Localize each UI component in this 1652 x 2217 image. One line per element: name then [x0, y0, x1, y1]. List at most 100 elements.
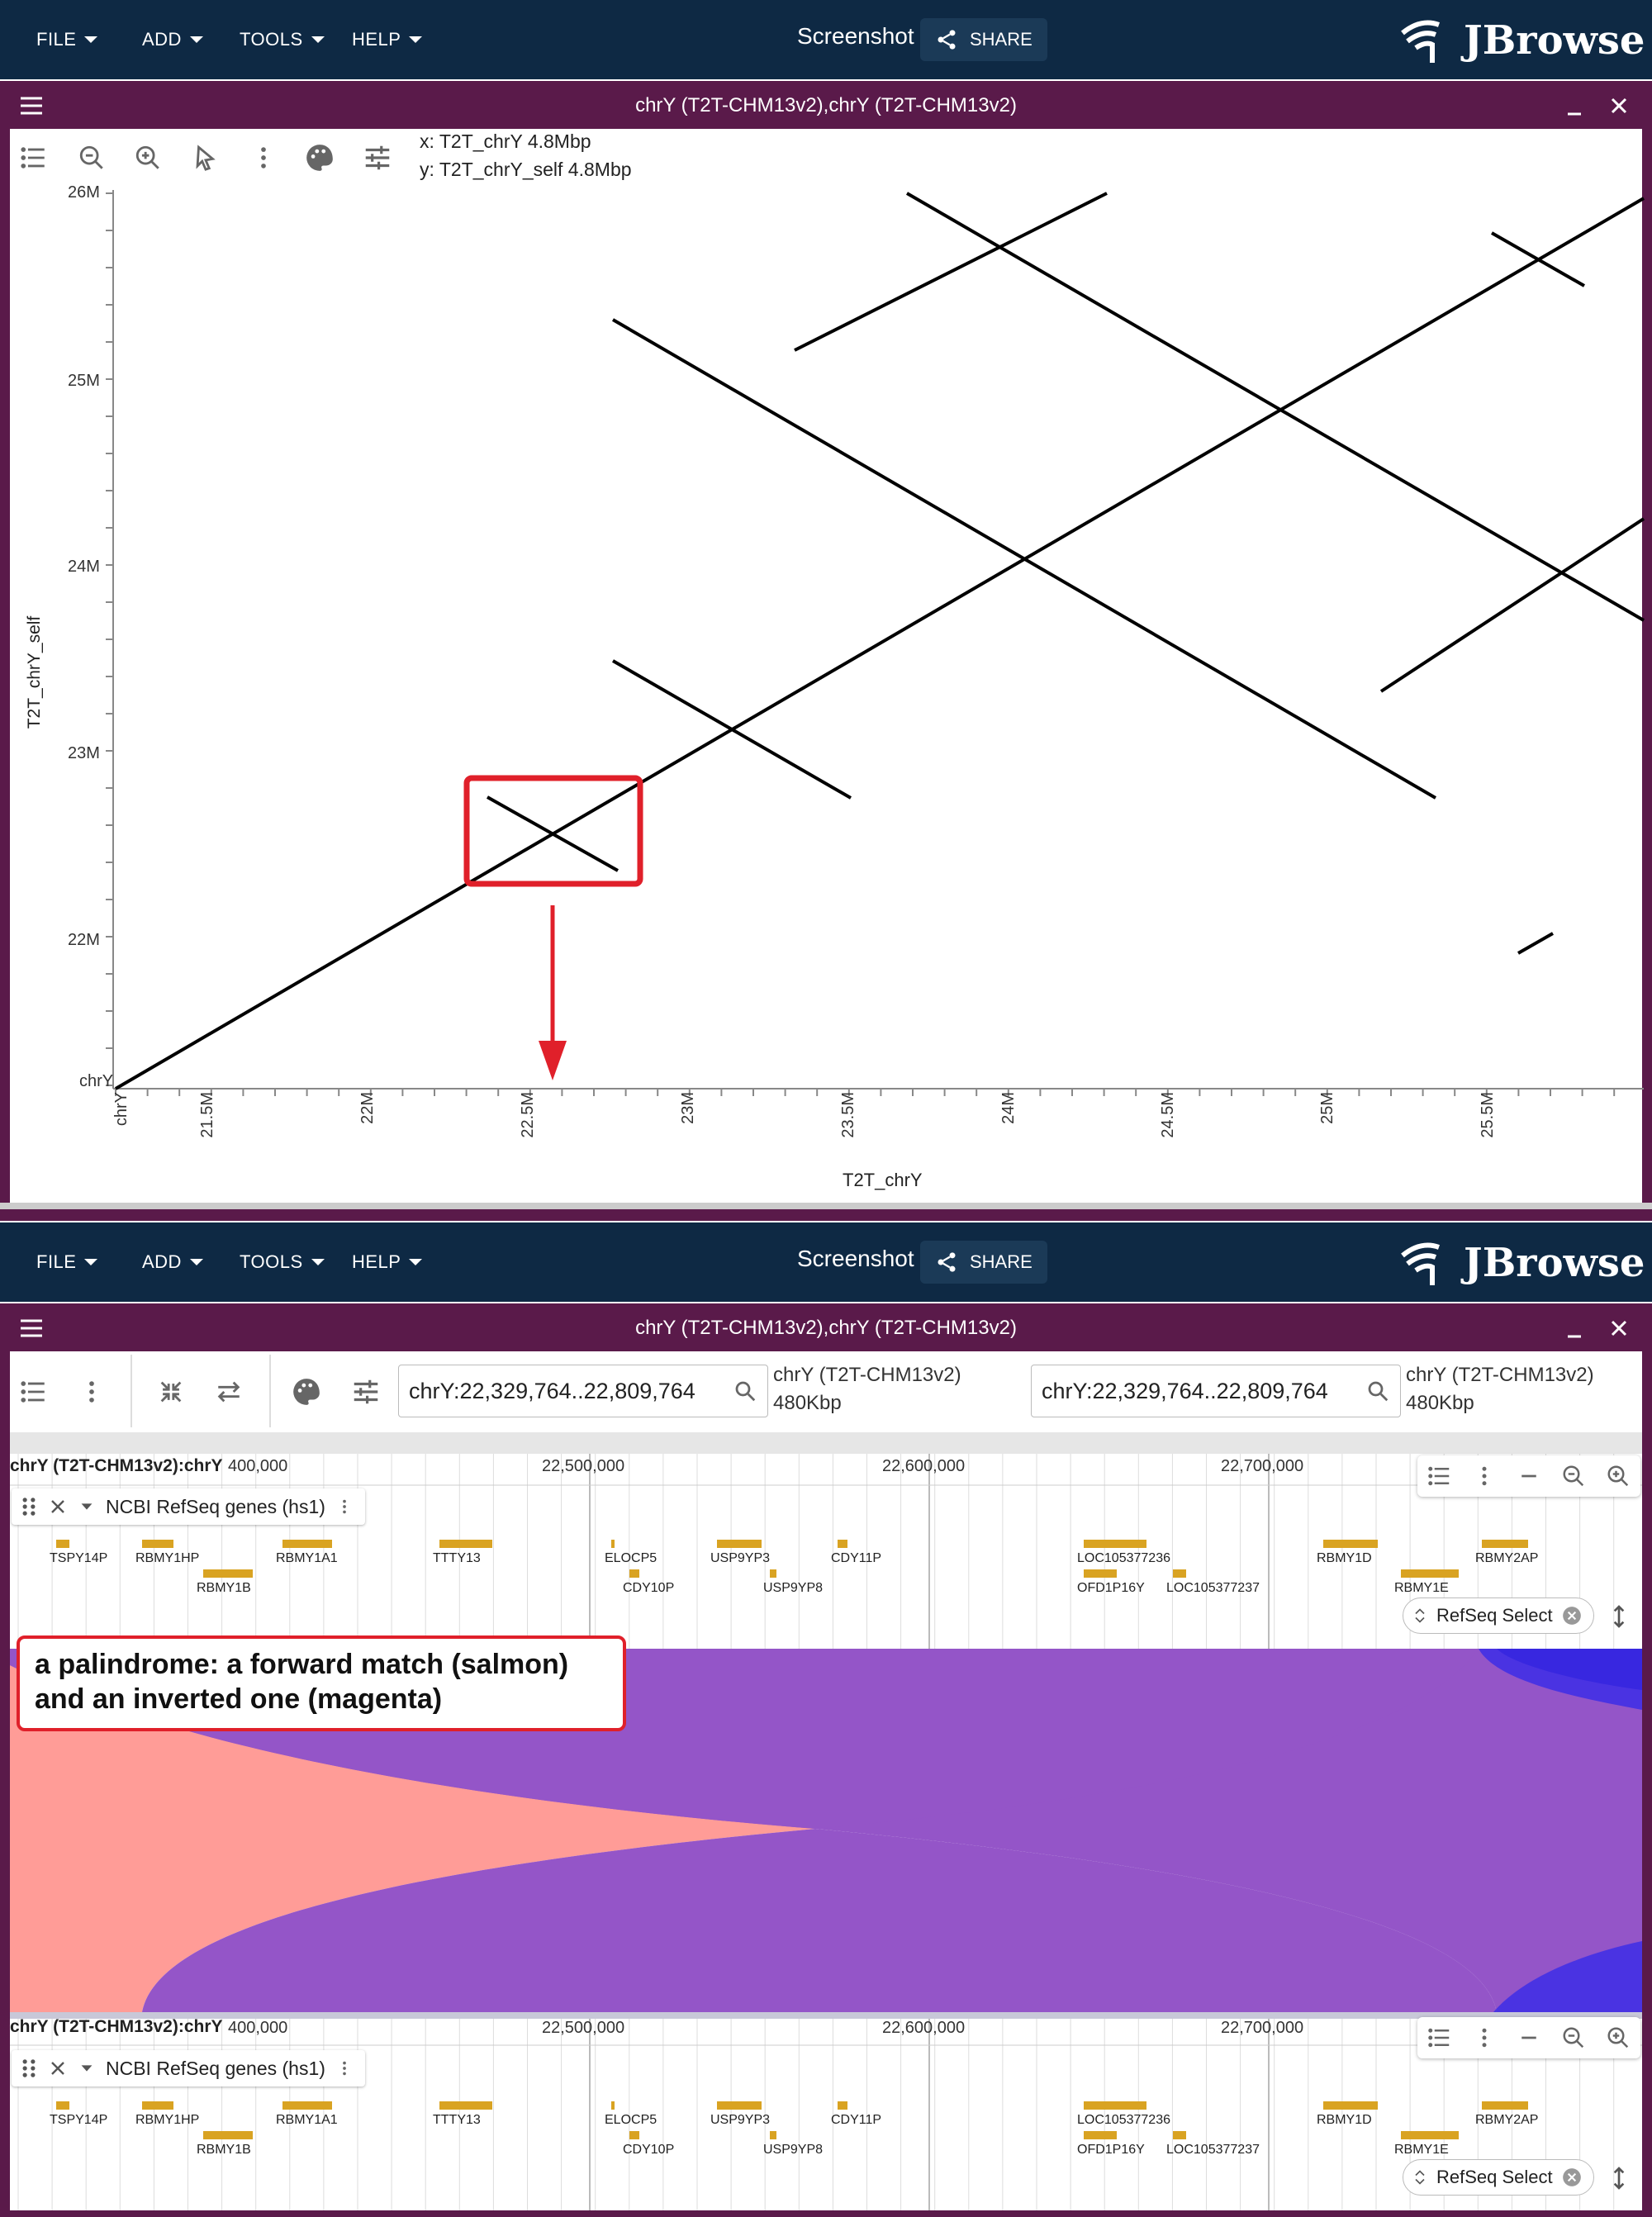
more-vert-icon[interactable] — [249, 144, 278, 172]
gene-feature[interactable] — [770, 1569, 776, 1578]
close-icon[interactable] — [1604, 1313, 1634, 1343]
dotplot-bottom-scrollbar[interactable] — [0, 1203, 1652, 1209]
arrow-down-icon — [539, 1041, 567, 1080]
gene-feature[interactable] — [838, 2101, 847, 2110]
gene-feature[interactable] — [1173, 1569, 1186, 1578]
menu-file[interactable]: FILE — [36, 0, 98, 79]
menu-tools[interactable]: TOOLS — [240, 0, 325, 79]
share-button[interactable]: SHARE — [920, 18, 1047, 61]
caret-down-icon — [84, 36, 98, 43]
gene-feature[interactable] — [203, 1569, 253, 1578]
expand-icon — [1415, 2170, 1425, 2185]
x-tick-label: 21.5M — [198, 1092, 216, 1138]
location-search-input-1[interactable]: chrY:22,329,764..22,809,764 — [398, 1365, 768, 1417]
close-icon[interactable] — [1604, 91, 1634, 121]
gene-track-bottom[interactable]: TSPY14P RBMY1HP RBMY1A1 TTTY13 ELOCP5 USP9YP3… — [10, 2015, 1642, 2210]
gene-feature[interactable] — [1323, 1540, 1378, 1548]
view-menu-icon[interactable] — [17, 93, 46, 119]
caret-down-icon — [311, 36, 325, 43]
cursor-icon[interactable] — [192, 144, 220, 172]
gene-track-top[interactable]: TSPY14P RBMY1HP RBMY1A1 TTTY13 ELOCP5 USP9YP3… — [10, 1454, 1642, 1649]
menu-help[interactable]: HELP — [352, 1222, 423, 1302]
resize-height-icon[interactable] — [1606, 1601, 1632, 1632]
settings-tune-icon[interactable] — [350, 1376, 382, 1408]
clear-chip-icon[interactable] — [1561, 1605, 1583, 1626]
gene-label: LOC105377236 — [1077, 2113, 1170, 2127]
gene-feature[interactable] — [1482, 2101, 1528, 2110]
track-list-icon[interactable] — [20, 144, 48, 172]
menu-file[interactable]: FILE — [36, 1222, 98, 1302]
menu-tools[interactable]: TOOLS — [240, 1222, 325, 1302]
forward-alignment — [1517, 932, 1554, 955]
clear-chip-icon[interactable] — [1561, 2167, 1583, 2188]
gene-label: RBMY1D — [1317, 1551, 1372, 1565]
y-tick-label: 22M — [68, 931, 100, 949]
resize-height-icon[interactable] — [1606, 2162, 1632, 2194]
search-icon[interactable] — [733, 1379, 757, 1403]
gene-feature[interactable] — [717, 2101, 762, 2110]
gene-feature[interactable] — [56, 1540, 69, 1548]
gene-label: RBMY2AP — [1475, 2113, 1539, 2127]
gene-label: RBMY1E — [1394, 1581, 1449, 1595]
gene-feature[interactable] — [1084, 1540, 1146, 1548]
gene-feature[interactable] — [1084, 2101, 1146, 2110]
gene-feature[interactable] — [203, 2131, 253, 2139]
palette-icon[interactable] — [304, 142, 335, 173]
collapse-icon[interactable] — [157, 1378, 185, 1406]
gene-feature[interactable] — [770, 2131, 776, 2139]
x-tick-label: 24.5M — [1159, 1092, 1177, 1138]
x-coordinate-readout: x: T2T_chrY 4.8Mbp — [420, 131, 591, 152]
toolbar-divider — [269, 1355, 271, 1427]
gene-feature[interactable] — [838, 1540, 847, 1548]
gene-feature[interactable] — [56, 2101, 69, 2110]
gene-label: RBMY1A1 — [276, 2113, 338, 2127]
overview-scale-bar[interactable] — [10, 1432, 1642, 1454]
view-menu-icon[interactable] — [17, 1315, 46, 1341]
search-icon[interactable] — [1365, 1379, 1390, 1403]
palette-icon[interactable] — [291, 1376, 322, 1408]
gene-feature[interactable] — [439, 2101, 492, 2110]
gene-feature[interactable] — [611, 1540, 615, 1548]
gene-feature[interactable] — [1084, 2131, 1117, 2139]
gene-feature[interactable] — [439, 1540, 492, 1548]
gene-label: CDY11P — [831, 2113, 882, 2127]
gene-feature[interactable] — [1482, 1540, 1528, 1548]
gene-feature[interactable] — [142, 1540, 173, 1548]
gene-feature[interactable] — [717, 1540, 762, 1548]
menu-add[interactable]: ADD — [142, 0, 203, 79]
y-origin-label: chrY — [79, 1072, 114, 1090]
gene-label: RBMY1HP — [135, 2113, 200, 2127]
gene-feature[interactable] — [1084, 1569, 1117, 1578]
zoom-in-icon[interactable] — [134, 144, 162, 172]
menu-help[interactable]: HELP — [352, 0, 423, 79]
gene-feature[interactable] — [142, 2101, 173, 2110]
gene-feature[interactable] — [282, 2101, 332, 2110]
location-search-input-2[interactable]: chrY:22,329,764..22,809,764 — [1031, 1365, 1401, 1417]
swap-icon[interactable] — [215, 1378, 243, 1406]
more-vert-icon[interactable] — [78, 1378, 106, 1406]
gene-label: CDY10P — [623, 2143, 675, 2157]
dotplot-canvas[interactable] — [0, 182, 1652, 1206]
jbrowse-logo-icon — [1401, 1242, 1441, 1285]
track-list-icon[interactable] — [20, 1378, 48, 1406]
refseq-select-chip-top[interactable]: RefSeq Select — [1403, 1597, 1594, 1634]
gene-feature[interactable] — [1323, 2101, 1378, 2110]
gene-feature[interactable] — [611, 2101, 615, 2110]
minimize-icon[interactable] — [1559, 93, 1589, 122]
gene-feature[interactable] — [1401, 1569, 1459, 1578]
main-diagonal-alignment — [114, 197, 1645, 1090]
gene-feature[interactable] — [629, 2131, 639, 2139]
settings-tune-icon[interactable] — [362, 142, 393, 173]
gene-label: LOC105377237 — [1166, 2143, 1260, 2157]
gene-feature[interactable] — [282, 1540, 332, 1548]
refseq-select-chip-bottom[interactable]: RefSeq Select — [1403, 2159, 1594, 2196]
gene-feature[interactable] — [629, 1569, 639, 1578]
gene-feature[interactable] — [1173, 2131, 1186, 2139]
menu-add[interactable]: ADD — [142, 1222, 203, 1302]
y-tick-label: 23M — [68, 744, 100, 762]
share-button[interactable]: SHARE — [920, 1241, 1047, 1284]
minimize-icon[interactable] — [1559, 1315, 1589, 1345]
gene-label: ELOCP5 — [605, 1551, 657, 1565]
zoom-out-icon[interactable] — [78, 144, 106, 172]
gene-feature[interactable] — [1401, 2131, 1459, 2139]
